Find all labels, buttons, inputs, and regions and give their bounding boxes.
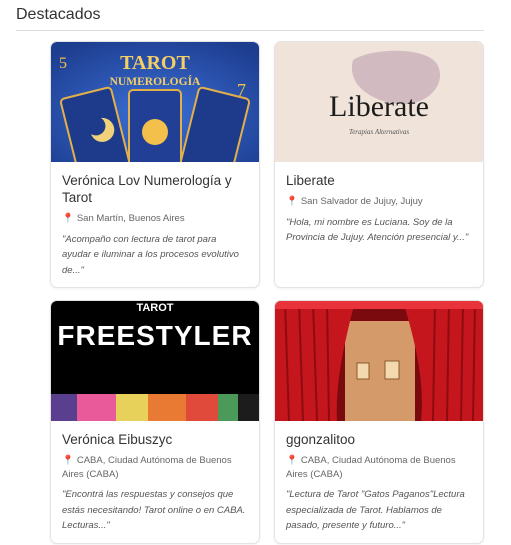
card-image: TAROT FREESTYLER — [51, 301, 259, 421]
card-title[interactable]: ggonzalitoo — [286, 431, 472, 448]
image-caption: NUMEROLOGÍA — [110, 74, 201, 88]
svg-text:5: 5 — [59, 55, 67, 72]
card-title[interactable]: Verónica Eibuszyc — [62, 431, 248, 448]
featured-card[interactable]: ggonzalitoo 📍 CABA, Ciudad Autónoma de Bu… — [274, 300, 484, 544]
pin-icon: 📍 — [62, 213, 74, 224]
image-caption: Liberate — [329, 90, 429, 123]
card-description: "Hola, mi nombre es Luciana. Soy de la P… — [286, 216, 469, 244]
section-divider — [16, 30, 484, 31]
pin-icon: 📍 — [286, 196, 298, 207]
card-image: Liberate Terapias Alternativas — [275, 42, 483, 162]
image-caption: FREESTYLER — [57, 320, 252, 351]
card-location: 📍 CABA, Ciudad Autónoma de Buenos Aires (… — [62, 454, 248, 481]
section-title: Destacados — [16, 6, 101, 23]
featured-card[interactable]: 5 7 TAROT NUMEROLOGÍA Verónica Lov Numer… — [50, 41, 260, 288]
card-description: "Lectura de Tarot "Gatos Paganos"Lectura… — [286, 489, 465, 531]
card-location: 📍 San Salvador de Jujuy, Jujuy — [286, 195, 472, 209]
card-location: 📍 CABA, Ciudad Autónoma de Buenos Aires (… — [286, 454, 472, 481]
featured-card[interactable]: Liberate Terapias Alternativas Liberate … — [274, 41, 484, 288]
card-description: "Acompaño con lectura de tarot para ayud… — [62, 233, 239, 276]
location-text: San Martín, Buenos Aires — [76, 213, 185, 224]
featured-card[interactable]: TAROT FREESTYLER Verónica Eibuszyc 📍 CABA… — [50, 300, 260, 544]
image-caption: TAROT — [120, 52, 190, 74]
card-image — [275, 301, 483, 421]
pin-icon: 📍 — [286, 455, 298, 466]
image-caption: TAROT — [136, 302, 173, 314]
card-description: "Encontrá las respuestas y consejos que … — [62, 489, 246, 531]
card-title[interactable]: Verónica Lov Numerología y Tarot — [62, 172, 248, 206]
card-title[interactable]: Liberate — [286, 172, 472, 189]
pin-icon: 📍 — [62, 455, 74, 466]
card-location: 📍 San Martín, Buenos Aires — [62, 212, 248, 226]
card-image: 5 7 TAROT NUMEROLOGÍA — [51, 42, 259, 162]
location-text: CABA, Ciudad Autónoma de Buenos Aires (C… — [62, 455, 232, 480]
location-text: CABA, Ciudad Autónoma de Buenos Aires (C… — [286, 455, 456, 480]
location-text: San Salvador de Jujuy, Jujuy — [300, 196, 423, 207]
svg-text:7: 7 — [237, 80, 246, 100]
image-caption: Terapias Alternativas — [349, 128, 409, 136]
